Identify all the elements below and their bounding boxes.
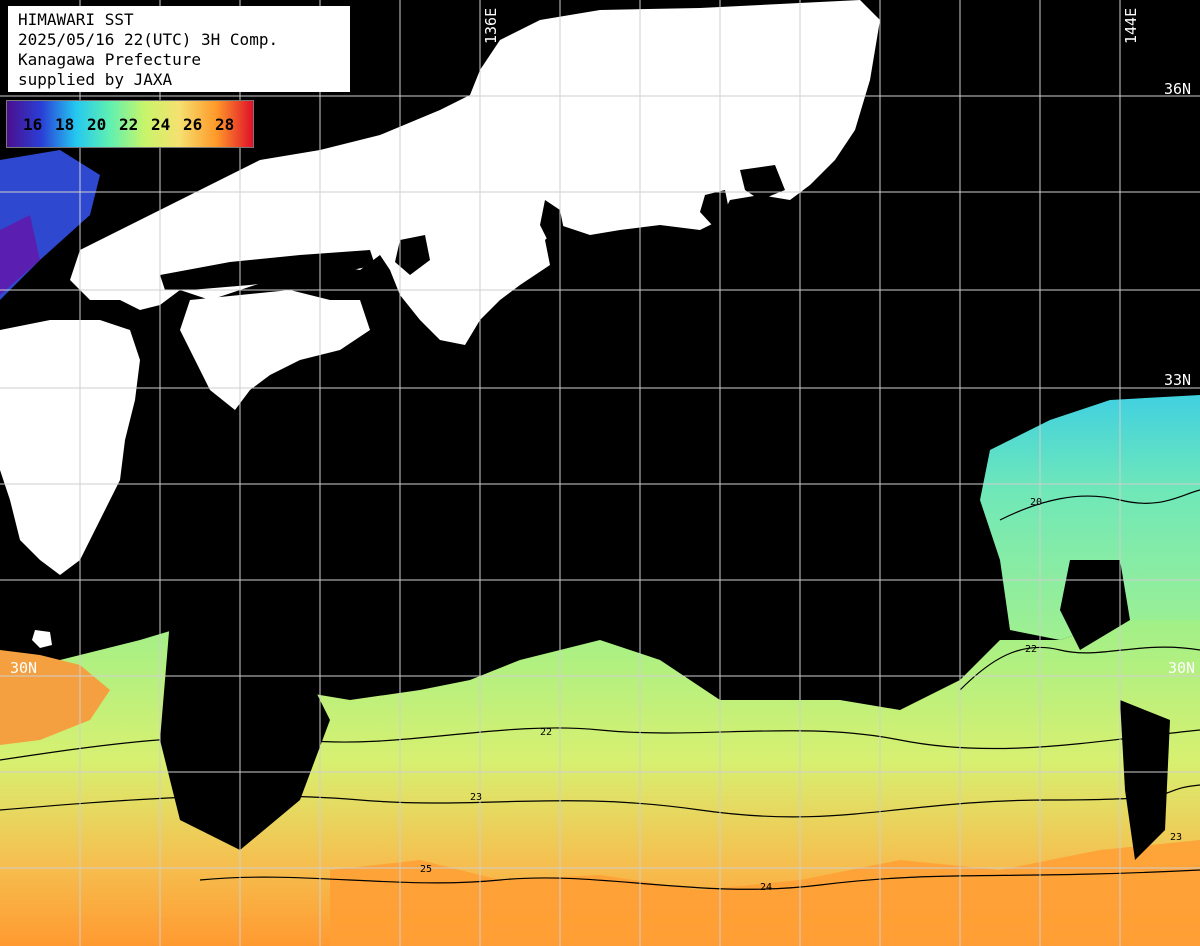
contour-label: 22 — [540, 727, 552, 738]
scale-label: 22 — [119, 115, 139, 134]
info-credit: supplied by JAXA — [18, 70, 173, 89]
scale-label: 18 — [55, 115, 75, 134]
contour-label: 23 — [1170, 832, 1182, 843]
scale-label: 24 — [151, 115, 171, 134]
info-region: Kanagawa Prefecture — [18, 50, 202, 69]
info-timestamp: 2025/05/16 22(UTC) 3H Comp. — [18, 30, 279, 49]
scale-label: 28 — [215, 115, 235, 134]
lon-label-136e: 136E — [482, 7, 500, 44]
lat-label-33n-west: 33N — [10, 371, 38, 389]
lat-label-30n-west: 30N — [10, 659, 38, 677]
color-scale-labels: 16 18 20 22 24 26 28 — [23, 115, 247, 134]
lat-label-30n-east: 30N — [1168, 659, 1196, 677]
info-title: HIMAWARI SST — [18, 10, 134, 29]
lon-label-144e: 144E — [1122, 7, 1140, 44]
contour-label: 25 — [420, 864, 432, 875]
info-box: HIMAWARI SST 2025/05/16 22(UTC) 3H Comp.… — [8, 6, 350, 92]
scale-label: 16 — [23, 115, 43, 134]
color-scale: 16 18 20 22 24 26 28 — [6, 100, 254, 148]
contour-label: 22 — [1025, 644, 1037, 655]
scale-label: 20 — [87, 115, 107, 134]
lat-label-33n-east: 33N — [1164, 371, 1192, 389]
contour-label: 20 — [1030, 497, 1042, 508]
contour-label: 24 — [760, 882, 772, 893]
scale-label: 26 — [183, 115, 203, 134]
lat-label-36n: 36N — [1164, 80, 1192, 98]
contour-label: 23 — [470, 792, 482, 803]
